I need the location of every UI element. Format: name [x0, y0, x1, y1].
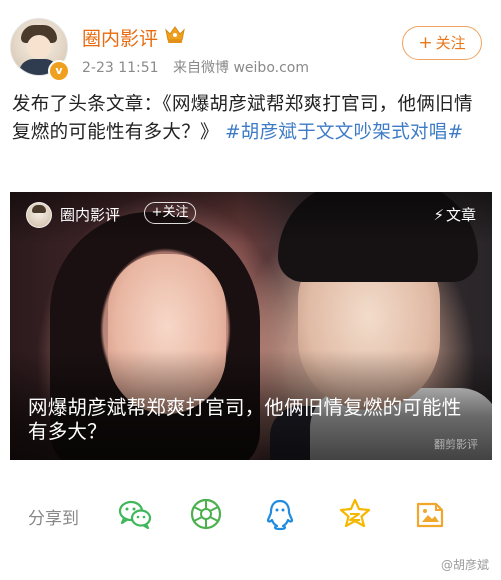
vip-crown-icon [165, 26, 185, 43]
article-title[interactable]: 网爆胡彦斌帮郑爽打官司，他俩旧情复燃的可能性有多大？ [28, 396, 480, 444]
cover-watermark: 翻剪影评 [434, 438, 478, 451]
moments-icon[interactable] [188, 496, 224, 532]
post-meta: 2-23 11:51 来自微博 weibo.com [82, 57, 309, 77]
post-text: 发布了头条文章：《网爆胡彦斌帮郑爽打官司，他俩旧情复燃的可能性有多大？》 #胡彦… [12, 91, 490, 147]
follow-label: 关注 [435, 34, 466, 52]
post-header: v 圈内影评 2-23 11:51 来自微博 weibo.com + 关注 [0, 0, 501, 88]
wechat-icon[interactable] [117, 496, 153, 532]
plus-icon: + [418, 33, 433, 53]
card-author-name[interactable]: 圈内影评 [60, 204, 120, 225]
card-type-text: 文章 [445, 206, 476, 224]
lightning-icon: ⚡ [433, 206, 444, 224]
avatar-face [27, 35, 51, 59]
image-watermark: @胡彦斌 [440, 558, 489, 572]
post-time: 2-23 11:51 [82, 60, 159, 76]
share-label: 分享到 [28, 509, 79, 529]
qzone-icon[interactable] [337, 496, 373, 532]
qq-icon[interactable] [262, 496, 298, 532]
card-follow-button[interactable]: +关注 [144, 202, 196, 224]
share-bar: 分享到 [0, 485, 501, 545]
card-author-avatar[interactable] [26, 202, 52, 228]
verified-badge-icon: v [48, 60, 70, 82]
article-card[interactable]: 圈内影评 +关注 ⚡ 文章 网爆胡彦斌帮郑爽打官司，他俩旧情复燃的可能性有多大？ … [10, 192, 492, 460]
card-type-label: ⚡ 文章 [433, 204, 476, 225]
author-name[interactable]: 圈内影评 [82, 24, 158, 51]
album-icon[interactable] [412, 496, 448, 532]
follow-button[interactable]: + 关注 [402, 26, 482, 60]
hashtag-link[interactable]: #胡彦斌于文文吵架式对唱# [225, 122, 463, 143]
post-source: 来自微博 weibo.com [173, 60, 309, 76]
